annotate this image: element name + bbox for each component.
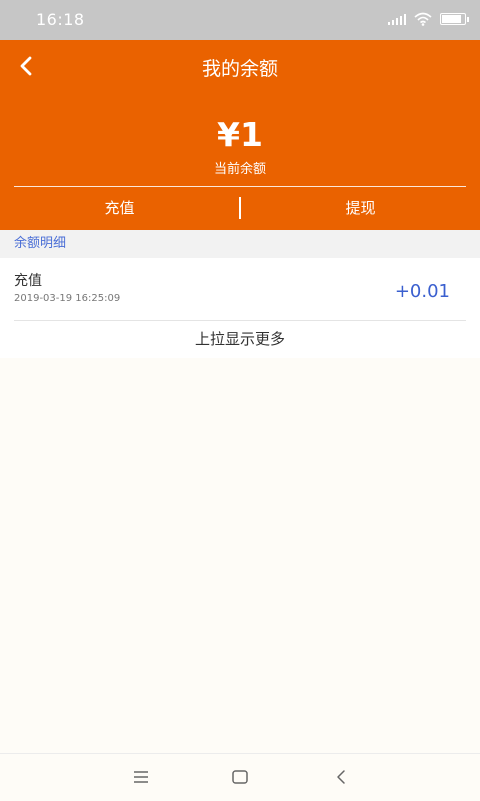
balance-amount: ¥1 — [217, 115, 263, 154]
balance-header: 我的余额 ¥1 当前余额 充值 提现 — [0, 40, 480, 230]
signal-icon — [388, 13, 406, 25]
record-title: 充值 — [14, 273, 42, 289]
load-more-label[interactable]: 上拉显示更多 — [0, 321, 480, 357]
list-item[interactable]: 充值 2019-03-19 16:25:09 +0.01 — [14, 258, 466, 321]
status-time: 16:18 — [36, 10, 85, 29]
back-icon[interactable] — [330, 766, 352, 788]
recharge-button[interactable]: 充值 — [0, 188, 239, 228]
navigation-bar — [0, 753, 480, 801]
home-icon[interactable] — [229, 766, 251, 788]
header-divider — [14, 186, 466, 187]
wifi-icon — [414, 12, 432, 26]
record-time: 2019-03-19 16:25:09 — [14, 293, 121, 304]
status-bar: 16:18 — [0, 0, 480, 40]
menu-icon[interactable] — [130, 766, 152, 788]
records-list: 充值 2019-03-19 16:25:09 +0.01 上拉显示更多 — [0, 258, 480, 358]
balance-label: 当前余额 — [213, 162, 266, 177]
battery-icon — [440, 13, 469, 25]
action-row: 充值 提现 — [0, 188, 480, 228]
withdraw-button[interactable]: 提现 — [241, 188, 480, 228]
status-icons — [388, 12, 469, 26]
page-title: 我的余额 — [201, 58, 278, 80]
section-title: 余额明细 — [14, 236, 67, 251]
record-amount: +0.01 — [394, 281, 450, 302]
balance-details-header: 余额明细 — [0, 230, 480, 258]
